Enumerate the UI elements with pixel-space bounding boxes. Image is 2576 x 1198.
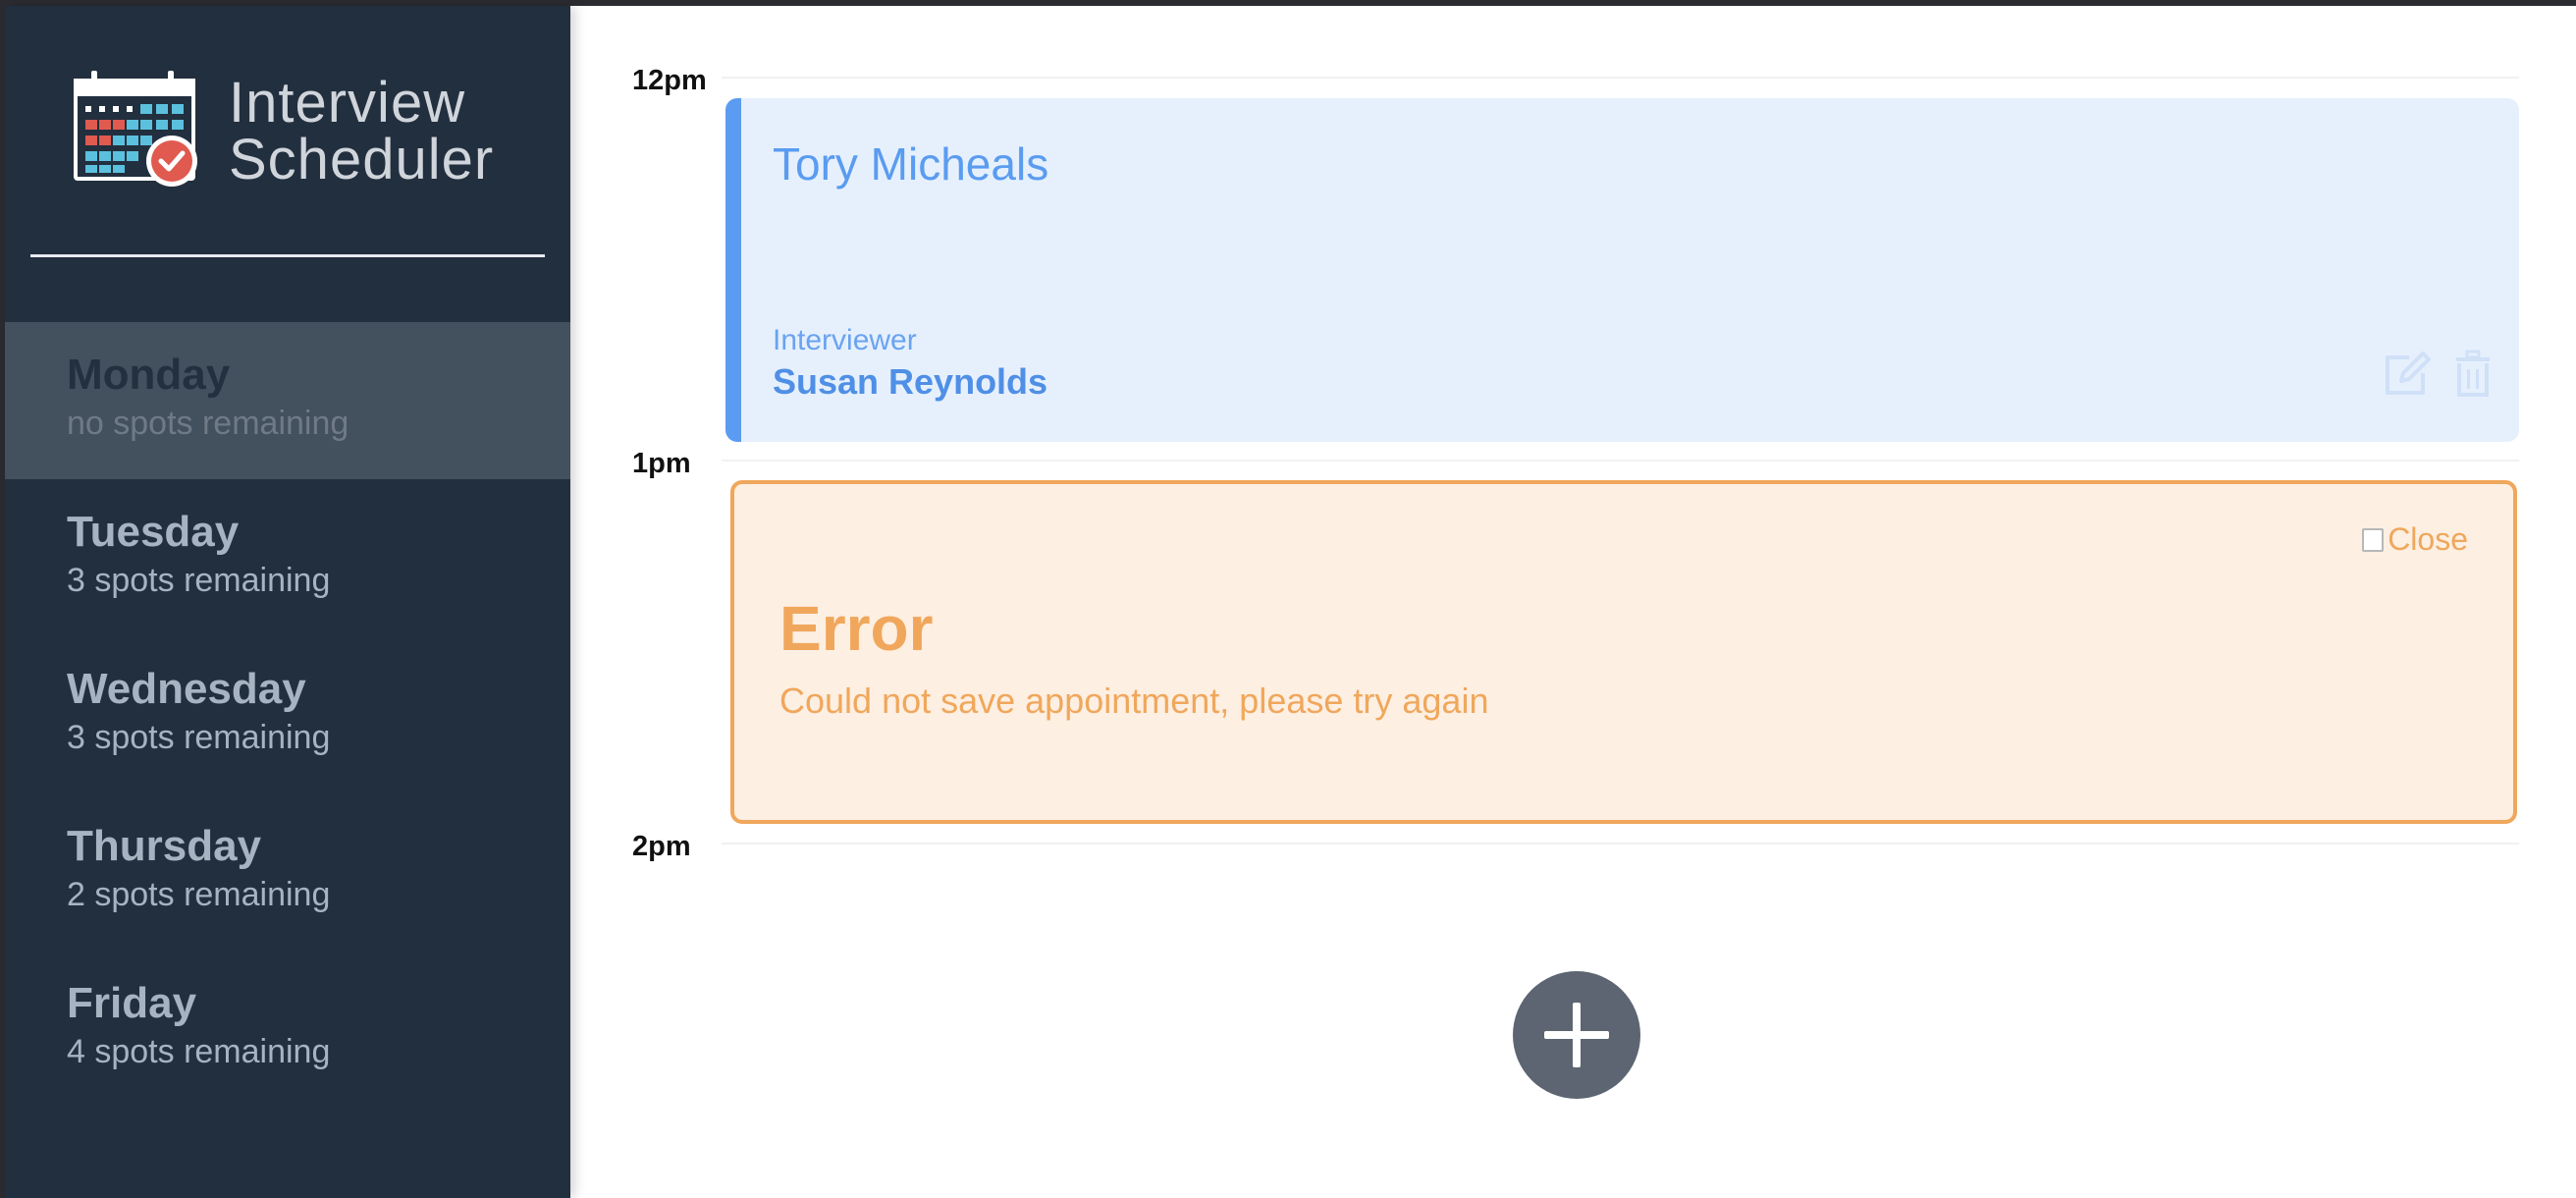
plus-icon [1544,1003,1609,1067]
time-label-1pm: 1pm [632,448,691,479]
time-label-12pm: 12pm [632,65,707,96]
app-title-line1: Interview [229,71,466,135]
day-list: Monday no spots remaining Tuesday 3 spot… [5,322,570,1108]
day-name: Friday [67,979,197,1027]
add-appointment-button[interactable] [1513,971,1640,1099]
time-label-2pm: 2pm [632,831,691,862]
day-spots: no spots remaining [67,405,349,442]
sidebar: Interview Scheduler Monday no spots rema… [5,6,570,1198]
close-button[interactable]: Close [2362,521,2468,558]
day-item-tuesday[interactable]: Tuesday 3 spots remaining [5,479,570,636]
broken-image-icon [2362,527,2385,552]
day-item-wednesday[interactable]: Wednesday 3 spots remaining [5,636,570,793]
day-spots: 4 spots remaining [67,1033,331,1070]
error-card: Close Error Could not save appointment, … [730,480,2517,824]
trash-icon[interactable] [2446,348,2499,401]
error-title: Error [779,593,934,664]
schedule: 12pm Tory Micheals Interviewer Susan Rey… [570,6,2576,1198]
app-window: Interview Scheduler Monday no spots rema… [5,6,2576,1198]
interviewer-label: Interviewer [773,324,917,356]
day-spots: 3 spots remaining [67,719,331,756]
sidebar-divider [30,254,545,257]
day-name: Tuesday [67,508,240,556]
calendar-logo-icon [74,71,197,187]
close-alt-text: Close [2388,521,2468,557]
day-item-thursday[interactable]: Thursday 2 spots remaining [5,793,570,951]
app-title-line2: Scheduler [229,128,495,191]
day-name: Monday [67,351,231,399]
appointment-actions [2380,348,2499,401]
day-item-monday[interactable]: Monday no spots remaining [5,322,570,479]
time-divider [722,77,2519,79]
day-name: Thursday [67,822,262,870]
student-name: Tory Micheals [773,138,1049,190]
day-spots: 2 spots remaining [67,876,331,913]
appointment-card: Tory Micheals Interviewer Susan Reynolds [725,98,2519,442]
edit-icon[interactable] [2380,348,2433,401]
interviewer-name: Susan Reynolds [773,361,1048,402]
app-title: Interview Scheduler [229,75,494,189]
day-spots: 3 spots remaining [67,562,331,599]
error-message: Could not save appointment, please try a… [779,681,1489,721]
time-divider [722,843,2519,844]
time-divider [722,460,2519,462]
day-name: Wednesday [67,665,306,713]
day-item-friday[interactable]: Friday 4 spots remaining [5,951,570,1108]
